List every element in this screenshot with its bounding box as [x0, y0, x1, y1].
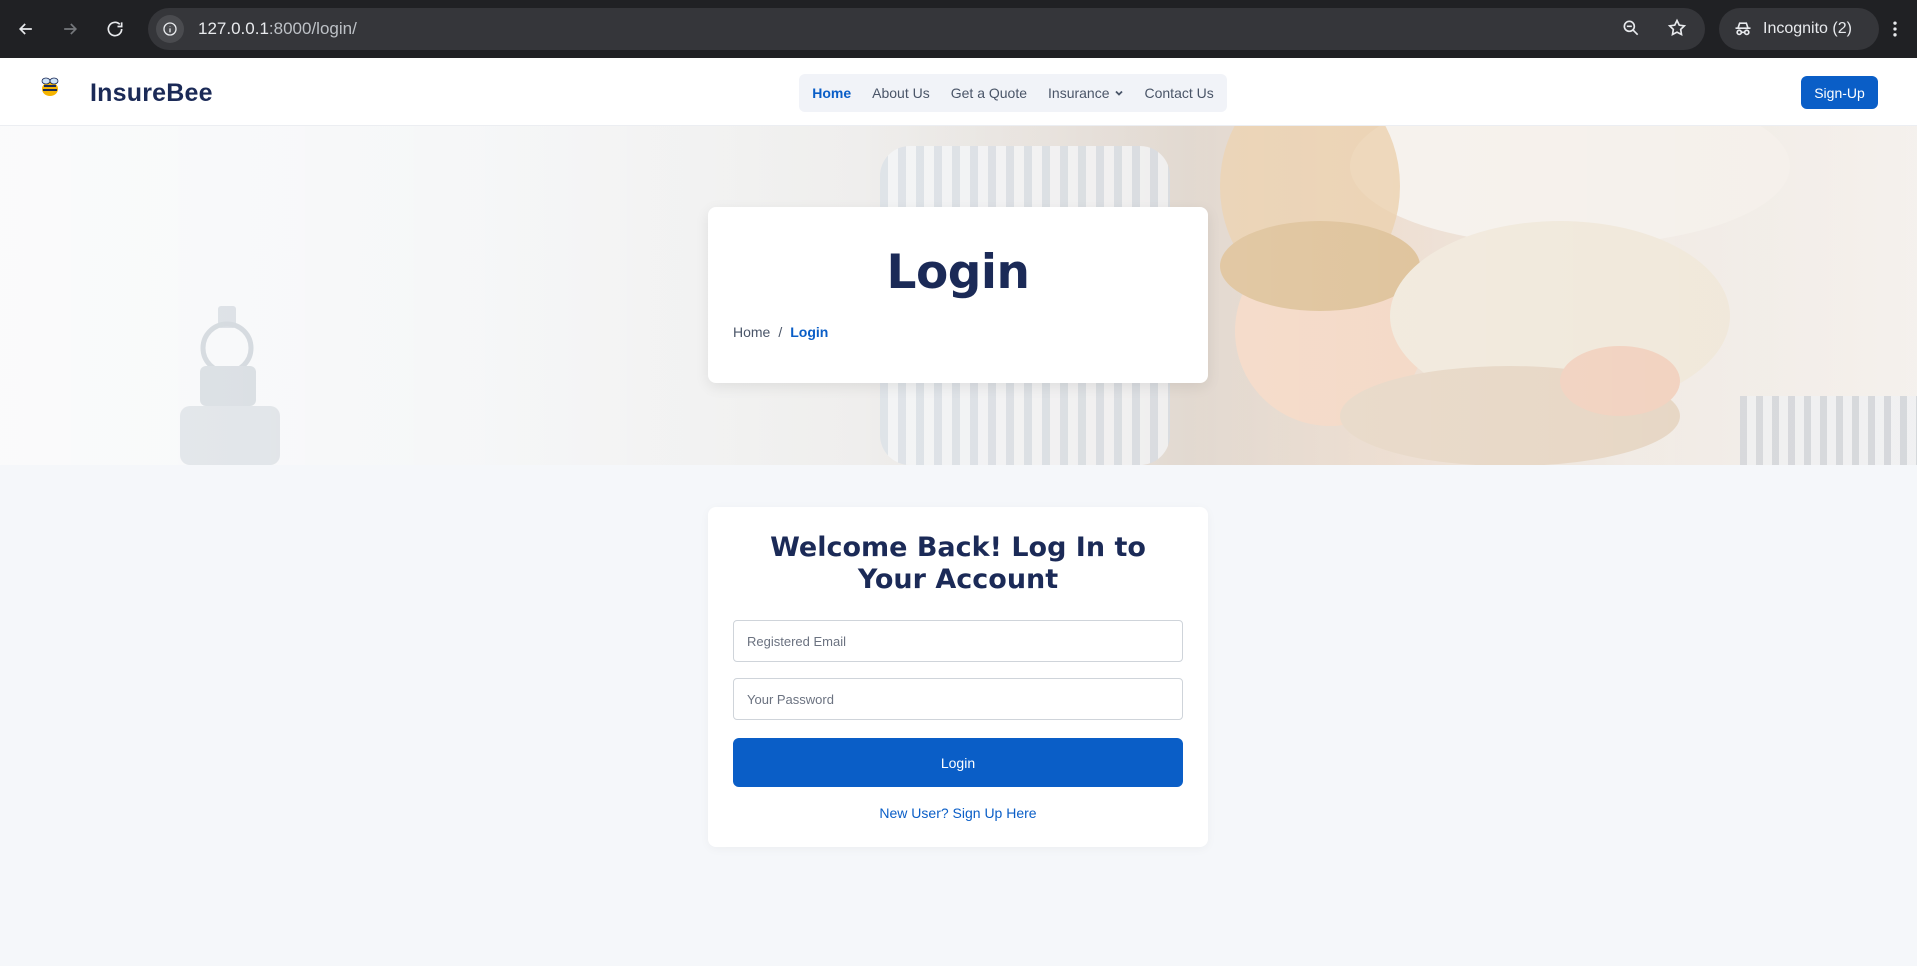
breadcrumb-current: Login	[790, 324, 829, 340]
back-icon[interactable]	[11, 14, 41, 44]
page-title-card: Login Home / Login	[708, 207, 1208, 383]
hero-banner: Login Home / Login	[0, 126, 1917, 465]
breadcrumb-separator: /	[778, 324, 783, 340]
brand-name: InsureBee	[90, 78, 213, 107]
nav-home[interactable]: Home	[812, 85, 851, 101]
signup-button[interactable]: Sign-Up	[1801, 76, 1878, 109]
breadcrumb: Home / Login	[733, 324, 828, 340]
main-nav: Home About Us Get a Quote Insurance Cont…	[799, 74, 1227, 112]
login-card: Welcome Back! Log In to Your Account Log…	[708, 507, 1208, 847]
zoom-icon[interactable]	[1617, 14, 1645, 42]
email-field[interactable]	[733, 620, 1183, 662]
nav-insurance[interactable]: Insurance	[1048, 85, 1123, 101]
incognito-label: Incognito (2)	[1763, 20, 1852, 37]
signup-link[interactable]: New User? Sign Up Here	[708, 805, 1208, 821]
nav-get-a-quote[interactable]: Get a Quote	[951, 85, 1027, 101]
nav-insurance-label: Insurance	[1048, 85, 1110, 101]
chevron-down-icon	[1114, 90, 1123, 96]
login-button[interactable]: Login	[733, 738, 1183, 787]
incognito-indicator[interactable]: Incognito (2)	[1719, 8, 1879, 50]
browser-toolbar: 127.0.0.1:8000/login/ Incognito (2)	[0, 0, 1917, 58]
bookmark-star-icon[interactable]	[1663, 14, 1691, 42]
brand-logo[interactable]: InsureBee	[38, 76, 213, 110]
password-field[interactable]	[733, 678, 1183, 720]
incognito-icon	[1735, 22, 1751, 36]
breadcrumb-home[interactable]: Home	[733, 324, 770, 340]
address-bar[interactable]: 127.0.0.1:8000/login/	[148, 8, 1705, 50]
login-heading: Welcome Back! Log In to Your Account	[770, 532, 1146, 595]
site-info-icon[interactable]	[156, 15, 184, 43]
nav-about-us[interactable]: About Us	[872, 85, 930, 101]
page-title: Login	[886, 245, 1030, 300]
url-host: 127.0.0.1	[198, 19, 269, 38]
nav-contact-us[interactable]: Contact Us	[1145, 85, 1214, 101]
browser-menu-icon[interactable]	[1880, 14, 1910, 44]
bee-logo-icon	[38, 76, 82, 110]
url-path: :8000/login/	[268, 19, 357, 38]
url-text: 127.0.0.1:8000/login/	[198, 19, 357, 39]
reload-icon[interactable]	[100, 14, 130, 44]
forward-icon[interactable]	[55, 14, 85, 44]
site-header: InsureBee Home About Us Get a Quote Insu…	[0, 58, 1917, 126]
